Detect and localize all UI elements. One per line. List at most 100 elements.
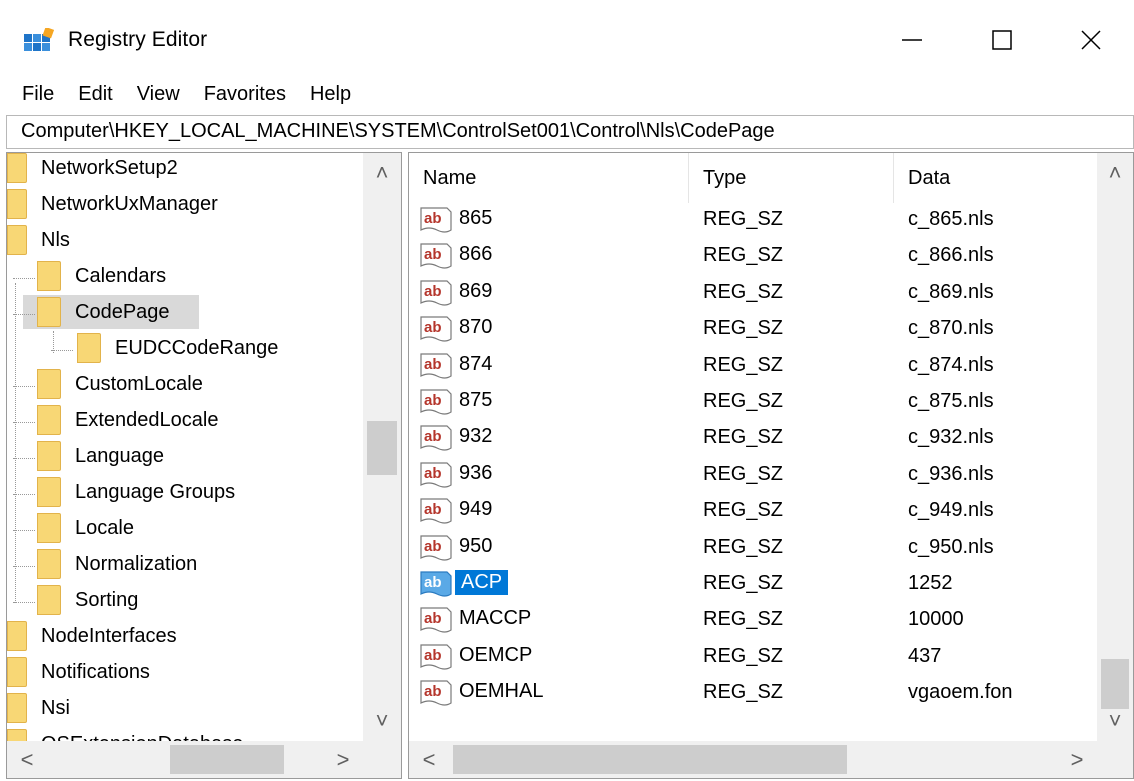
- value-row[interactable]: ab 870 REG_SZ c_870.nls: [409, 312, 1099, 348]
- value-name: 865: [459, 207, 493, 229]
- values-horizontal-scroll-thumb[interactable]: [453, 745, 847, 774]
- address-path[interactable]: Computer\HKEY_LOCAL_MACHINE\SYSTEM\Contr…: [21, 120, 775, 143]
- tree-item-label: CustomLocale: [75, 372, 203, 395]
- value-type: REG_SZ: [703, 645, 784, 667]
- svg-text:ab: ab: [424, 392, 442, 409]
- value-name: 866: [459, 243, 493, 265]
- tree-item[interactable]: Language Groups: [7, 474, 239, 510]
- tree-item[interactable]: Normalization: [7, 546, 201, 582]
- maximize-button[interactable]: [957, 14, 1047, 66]
- tree-item[interactable]: OSExtensionDatabase: [7, 726, 247, 741]
- column-header-type[interactable]: Type: [689, 153, 894, 203]
- tree-item[interactable]: Notifications: [7, 654, 154, 690]
- value-row[interactable]: ab 936 REG_SZ c_936.nls: [409, 458, 1099, 494]
- scroll-right-arrow-icon[interactable]: ˃: [323, 741, 363, 778]
- tree-item[interactable]: Nls: [7, 222, 74, 258]
- value-type: REG_SZ: [703, 463, 784, 485]
- tree-connector-line: [13, 458, 35, 459]
- tree-connector-line: [15, 283, 16, 603]
- value-row[interactable]: ab 949 REG_SZ c_949.nls: [409, 494, 1099, 530]
- svg-text:ab: ab: [424, 501, 442, 518]
- menu-bar: File Edit View Favorites Help: [0, 76, 1134, 112]
- value-row[interactable]: ab 875 REG_SZ c_875.nls: [409, 385, 1099, 421]
- tree-item[interactable]: CustomLocale: [7, 366, 207, 402]
- tree-horizontal-scrollbar[interactable]: ˂ ˃: [7, 741, 401, 778]
- value-row[interactable]: ab 874 REG_SZ c_874.nls: [409, 349, 1099, 385]
- scroll-down-arrow-icon[interactable]: ˅: [363, 701, 401, 741]
- tree-item[interactable]: NetworkUxManager: [7, 186, 222, 222]
- tree-item[interactable]: ExtendedLocale: [7, 402, 222, 438]
- values-list[interactable]: Name Type Data ab 865 REG_SZ c_865.nls ab 866…: [408, 152, 1134, 779]
- tree-connector-line: [13, 602, 35, 603]
- tree-item[interactable]: NodeInterfaces: [7, 618, 181, 654]
- address-bar[interactable]: Computer\HKEY_LOCAL_MACHINE\SYSTEM\Contr…: [6, 115, 1134, 149]
- folder-icon: [37, 405, 61, 435]
- value-row[interactable]: ab 865 REG_SZ c_865.nls: [409, 203, 1099, 239]
- resize-grip[interactable]: [1097, 741, 1133, 778]
- tree-item[interactable]: Language: [7, 438, 168, 474]
- value-type: REG_SZ: [703, 536, 784, 558]
- tree-item-label: Nsi: [41, 696, 70, 719]
- tree-item[interactable]: NetworkSetup2: [7, 153, 182, 186]
- scroll-up-arrow-icon[interactable]: ˄: [363, 153, 401, 193]
- svg-text:ab: ab: [424, 246, 442, 263]
- values-scroll-down-arrow-icon[interactable]: ˅: [1097, 701, 1133, 741]
- menu-view[interactable]: View: [125, 76, 192, 112]
- values-scroll-left-arrow-icon[interactable]: ˂: [409, 741, 449, 778]
- value-name: 950: [459, 535, 493, 557]
- scroll-left-arrow-icon[interactable]: ˂: [7, 741, 47, 778]
- tree-item[interactable]: Locale: [7, 510, 138, 546]
- values-scroll-right-arrow-icon[interactable]: ˃: [1057, 741, 1097, 778]
- value-row[interactable]: ab 869 REG_SZ c_869.nls: [409, 276, 1099, 312]
- value-type: REG_SZ: [703, 281, 784, 303]
- tree-item-label: Sorting: [75, 588, 139, 611]
- tree-vertical-scrollbar[interactable]: ˄ ˅: [363, 153, 401, 741]
- menu-help[interactable]: Help: [298, 76, 363, 112]
- tree-item-label: ExtendedLocale: [75, 408, 219, 431]
- value-row[interactable]: ab OEMHAL REG_SZ vgaoem.fon: [409, 676, 1099, 712]
- key-tree[interactable]: NetworkSetup2 NetworkUxManager Nls Calendar…: [6, 152, 402, 779]
- svg-text:ab: ab: [424, 574, 442, 591]
- value-data: c_865.nls: [908, 208, 994, 230]
- string-value-icon: ab: [420, 425, 452, 451]
- values-horizontal-scrollbar[interactable]: ˂ ˃: [409, 741, 1133, 778]
- value-name: OEMCP: [459, 644, 533, 666]
- value-data: c_875.nls: [908, 390, 994, 412]
- value-row[interactable]: ab 932 REG_SZ c_932.nls: [409, 421, 1099, 457]
- value-data: c_874.nls: [908, 354, 994, 376]
- value-row[interactable]: ab 866 REG_SZ c_866.nls: [409, 239, 1099, 275]
- tree-item[interactable]: EUDCCodeRange: [7, 330, 282, 366]
- tree-item[interactable]: CodePage: [7, 294, 199, 330]
- values-scroll-up-arrow-icon[interactable]: ˄: [1097, 153, 1133, 193]
- string-value-icon: ab: [420, 389, 452, 415]
- value-name: 936: [459, 462, 493, 484]
- column-header-data[interactable]: Data: [894, 153, 1099, 203]
- close-button[interactable]: [1047, 14, 1134, 66]
- value-name: MACCP: [459, 607, 532, 629]
- svg-text:ab: ab: [424, 210, 442, 227]
- tree-item-label: Calendars: [75, 264, 167, 287]
- value-row[interactable]: ab ACP REG_SZ 1252: [409, 567, 1099, 603]
- tree-item-label: Notifications: [41, 660, 150, 683]
- menu-favorites[interactable]: Favorites: [192, 76, 298, 112]
- minimize-button[interactable]: [867, 14, 957, 66]
- tree-item[interactable]: Nsi: [7, 690, 74, 726]
- value-name: 869: [459, 280, 493, 302]
- values-vertical-scrollbar[interactable]: ˄ ˅: [1097, 153, 1133, 741]
- tree-item[interactable]: Calendars: [7, 258, 170, 294]
- tree-vertical-scroll-thumb[interactable]: [367, 421, 397, 475]
- window-title: Registry Editor: [68, 28, 208, 51]
- value-data: 1252: [908, 572, 953, 594]
- menu-edit[interactable]: Edit: [66, 76, 124, 112]
- menu-file[interactable]: File: [10, 76, 66, 112]
- value-data: c_949.nls: [908, 499, 994, 521]
- tree-item[interactable]: Sorting: [7, 582, 142, 618]
- column-header-name[interactable]: Name: [409, 153, 689, 203]
- value-row[interactable]: ab 950 REG_SZ c_950.nls: [409, 531, 1099, 567]
- folder-icon: [7, 225, 27, 255]
- folder-icon: [37, 477, 61, 507]
- tree-horizontal-scroll-thumb[interactable]: [170, 745, 284, 774]
- value-row[interactable]: ab MACCP REG_SZ 10000: [409, 603, 1099, 639]
- value-row[interactable]: ab OEMCP REG_SZ 437: [409, 640, 1099, 676]
- tree-connector-line: [53, 331, 54, 353]
